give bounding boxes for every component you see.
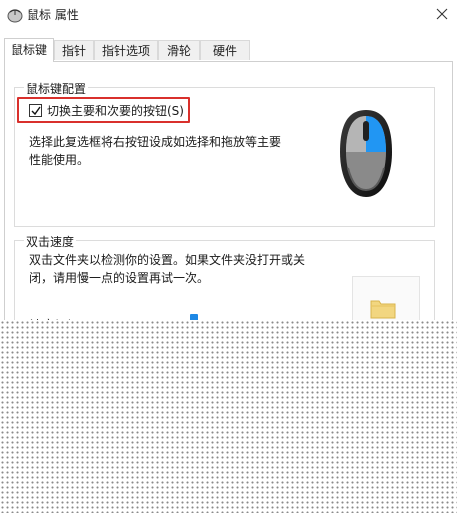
tab-pointer-options[interactable]: 指针选项 [94, 40, 158, 60]
swap-buttons-checkbox[interactable]: 切换主要和次要的按钮(S) [29, 100, 189, 122]
folder-icon[interactable] [370, 297, 396, 319]
tab-wheel[interactable]: 滑轮 [158, 40, 200, 60]
window-title: 鼠标 属性 [27, 8, 79, 22]
mouse-illustration-icon [340, 110, 392, 197]
checkmark-icon [31, 106, 41, 116]
description-line: 性能使用。 [29, 153, 90, 167]
double-click-title: 双击速度 [24, 233, 77, 250]
tab-hardware[interactable]: 硬件 [200, 40, 250, 60]
swap-buttons-label: 切换主要和次要的按钮(S) [47, 104, 184, 118]
description-line: 闭，请用慢一点的设置再试一次。 [29, 271, 210, 285]
dotted-overlay [0, 320, 457, 513]
description-line: 选择此复选框将右按钮设成如选择和拖放等主要 [29, 135, 282, 149]
tab-mouse-buttons[interactable]: 鼠标键 [4, 38, 54, 62]
title-bar: 鼠标 属性 [0, 0, 457, 30]
double-click-description: 双击文件夹以检测你的设置。如果文件夹没打开或关 闭，请用慢一点的设置再试一次。 [29, 251, 339, 287]
tab-bar: 鼠标键 指针 指针选项 滑轮 硬件 [0, 38, 457, 62]
checkbox[interactable] [29, 104, 42, 117]
close-button[interactable] [430, 1, 454, 27]
button-config-title: 鼠标键配置 [24, 80, 89, 97]
button-config-description: 选择此复选框将右按钮设成如选择和拖放等主要 性能使用。 [29, 133, 329, 169]
mouse-icon [6, 7, 24, 23]
description-line: 双击文件夹以检测你的设置。如果文件夹没打开或关 [29, 253, 306, 267]
close-icon [436, 8, 448, 20]
tab-pointers[interactable]: 指针 [54, 40, 94, 60]
